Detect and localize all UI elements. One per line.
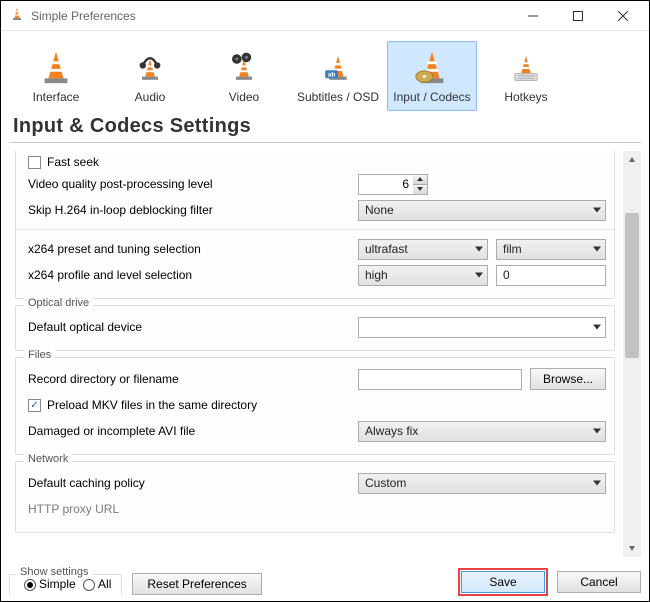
radio-simple[interactable]: Simple [20, 577, 76, 591]
group-legend: Files [24, 349, 55, 361]
keyboard-cone-icon [507, 48, 545, 86]
scrollbar[interactable] [623, 151, 641, 557]
tab-label: Interface [33, 90, 80, 104]
group-codecs: Fast seek Video quality post-processing … [15, 151, 615, 299]
film-cone-icon [225, 48, 263, 86]
tab-label: Hotkeys [504, 90, 547, 104]
group-legend: Optical drive [24, 297, 93, 309]
damaged-avi-label: Damaged or incomplete AVI file [24, 424, 350, 438]
cone-icon [37, 48, 75, 86]
footer: Show settings Simple All Reset Preferenc… [9, 561, 641, 595]
video-quality-label: Video quality post-processing level [24, 177, 350, 191]
reset-preferences-button[interactable]: Reset Preferences [132, 573, 261, 595]
caching-combo[interactable]: Custom [358, 473, 606, 494]
x264-preset-label: x264 preset and tuning selection [24, 242, 350, 256]
x264-profile-combo[interactable]: high [358, 265, 488, 286]
tab-label: Subtitles / OSD [297, 90, 379, 104]
scrollbar-thumb[interactable] [625, 213, 639, 358]
fast-seek-checkbox[interactable]: Fast seek [24, 155, 99, 169]
tab-label: Audio [135, 90, 166, 104]
browse-button[interactable]: Browse... [530, 368, 606, 390]
tab-subtitles[interactable]: ab Subtitles / OSD [293, 41, 383, 111]
record-dir-label: Record directory or filename [24, 372, 350, 386]
chevron-down-icon [593, 247, 601, 252]
scroll-up-icon[interactable] [623, 151, 641, 169]
settings-scroll-area: Fast seek Video quality post-processing … [9, 151, 641, 557]
subtitle-cone-icon: ab [319, 48, 357, 86]
skip-h264-combo[interactable]: None [358, 200, 606, 221]
radio-all[interactable]: All [79, 577, 111, 591]
proxy-label: HTTP proxy URL [24, 502, 350, 516]
tab-audio[interactable]: Audio [105, 41, 195, 111]
category-tabs: Interface Audio Video ab Subtitles / OSD… [1, 31, 649, 115]
skip-h264-label: Skip H.264 in-loop deblocking filter [24, 203, 350, 217]
scroll-down-icon[interactable] [623, 539, 641, 557]
tab-label: Video [229, 90, 259, 104]
show-settings-legend: Show settings [16, 566, 92, 578]
group-optical: Optical drive Default optical device [15, 305, 615, 351]
disc-cone-icon [413, 48, 451, 86]
chevron-down-icon [593, 429, 601, 434]
x264-tune-combo[interactable]: film [496, 239, 606, 260]
video-quality-spin[interactable]: 6 [358, 174, 428, 195]
minimize-button[interactable] [510, 2, 555, 30]
preload-mkv-label: Preload MKV files in the same directory [47, 398, 257, 412]
video-quality-value: 6 [359, 175, 413, 194]
chevron-down-icon [593, 208, 601, 213]
checkbox-checked-icon: ✓ [28, 399, 41, 412]
chevron-down-icon [593, 325, 601, 330]
chevron-down-icon [593, 481, 601, 486]
preload-mkv-checkbox[interactable]: ✓ Preload MKV files in the same director… [24, 398, 257, 412]
chevron-down-icon [475, 247, 483, 252]
window-title: Simple Preferences [31, 9, 136, 23]
checkbox-icon [28, 156, 41, 169]
x264-level-input[interactable]: 0 [496, 265, 606, 286]
maximize-button[interactable] [555, 2, 600, 30]
tab-label: Input / Codecs [393, 90, 470, 104]
page-title: Input & Codecs Settings [1, 115, 649, 142]
title-bar: Simple Preferences [1, 1, 649, 31]
group-legend: Network [24, 453, 72, 465]
chevron-down-icon [475, 273, 483, 278]
svg-text:ab: ab [328, 72, 336, 79]
app-icon [9, 6, 25, 25]
default-optical-combo[interactable] [358, 317, 606, 338]
close-button[interactable] [600, 2, 645, 30]
show-settings-group: Show settings Simple All [9, 574, 122, 595]
cancel-button[interactable]: Cancel [557, 571, 641, 593]
group-files: Files Record directory or filename Brows… [15, 357, 615, 455]
divider [9, 142, 641, 143]
x264-profile-label: x264 profile and level selection [24, 268, 350, 282]
x264-preset-combo[interactable]: ultrafast [358, 239, 488, 260]
damaged-avi-combo[interactable]: Always fix [358, 421, 606, 442]
spin-up-icon[interactable] [413, 175, 427, 185]
record-dir-input[interactable] [358, 369, 522, 390]
group-network: Network Default caching policy Custom HT… [15, 461, 615, 533]
tab-hotkeys[interactable]: Hotkeys [481, 41, 571, 111]
fast-seek-label: Fast seek [47, 155, 99, 169]
tab-video[interactable]: Video [199, 41, 289, 111]
save-button[interactable]: Save [461, 571, 545, 593]
caching-label: Default caching policy [24, 476, 350, 490]
tab-input-codecs[interactable]: Input / Codecs [387, 41, 477, 111]
default-optical-label: Default optical device [24, 320, 350, 334]
spin-down-icon[interactable] [413, 185, 427, 194]
tab-interface[interactable]: Interface [11, 41, 101, 111]
headphones-cone-icon [131, 48, 169, 86]
